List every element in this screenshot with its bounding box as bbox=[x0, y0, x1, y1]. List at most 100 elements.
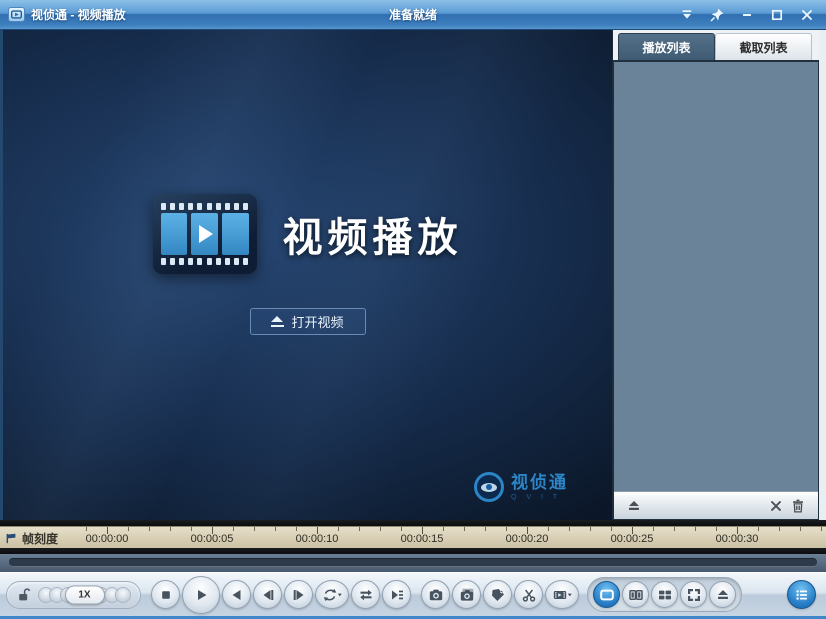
status-text: 准备就绪 bbox=[389, 6, 437, 23]
trash-button[interactable] bbox=[787, 495, 809, 517]
dual-view-button[interactable] bbox=[622, 581, 649, 608]
control-bar: 1X bbox=[0, 572, 826, 619]
pin-button[interactable] bbox=[706, 6, 728, 24]
video-area: 视频播放 打开视频 视侦通 Q V I T bbox=[3, 30, 612, 520]
frame-scale-label: 帧刻度 bbox=[5, 530, 58, 547]
minor-tick bbox=[359, 527, 360, 531]
lock-open-icon[interactable] bbox=[16, 587, 32, 603]
seek-bar-row bbox=[0, 554, 826, 572]
sidebar-panel bbox=[613, 60, 819, 520]
step-back-button[interactable] bbox=[253, 580, 282, 609]
fullscreen-button[interactable] bbox=[680, 581, 707, 608]
timecode-label: 00:00:00 bbox=[86, 533, 129, 545]
close-button[interactable] bbox=[796, 6, 818, 24]
tool-buttons bbox=[421, 580, 579, 609]
minor-tick bbox=[611, 527, 612, 531]
playlist-panel[interactable] bbox=[614, 62, 818, 491]
minor-tick bbox=[254, 527, 255, 531]
app-window: 视侦通 - 视频播放 准备就绪 视频播放 打开视频 视侦通 bbox=[0, 0, 826, 619]
skin-menu-button[interactable] bbox=[676, 6, 698, 24]
minor-tick bbox=[296, 527, 297, 531]
frame-marker-icon bbox=[5, 532, 18, 545]
compare-button[interactable] bbox=[351, 580, 380, 609]
content-row: 视频播放 打开视频 视侦通 Q V I T 播放列表截取列表 bbox=[0, 30, 826, 520]
watermark-name: 视侦通 bbox=[511, 474, 568, 491]
minor-tick bbox=[569, 527, 570, 531]
sidebar: 播放列表截取列表 bbox=[612, 30, 826, 520]
timecode-label: 00:00:10 bbox=[296, 533, 339, 545]
window-controls bbox=[676, 6, 818, 24]
sidebar-tabs: 播放列表截取列表 bbox=[613, 30, 819, 60]
watermark-sub: Q V I T bbox=[511, 494, 568, 501]
minor-tick bbox=[674, 527, 675, 531]
minor-tick bbox=[191, 527, 192, 531]
app-icon bbox=[8, 7, 25, 22]
minor-tick bbox=[338, 527, 339, 531]
clip-button[interactable] bbox=[483, 580, 512, 609]
title-bar: 视侦通 - 视频播放 准备就绪 bbox=[0, 0, 826, 30]
cut-button[interactable] bbox=[514, 580, 543, 609]
minor-tick bbox=[464, 527, 465, 531]
filmstrip-icon bbox=[153, 194, 257, 274]
export-video-menu-button[interactable] bbox=[545, 580, 579, 609]
single-view-button[interactable] bbox=[593, 581, 620, 608]
watermark: 视侦通 Q V I T bbox=[474, 472, 568, 502]
minor-tick bbox=[653, 527, 654, 531]
tab-playlist[interactable]: 播放列表 bbox=[618, 33, 715, 60]
open-video-label: 打开视频 bbox=[291, 312, 343, 331]
window-title: 视侦通 - 视频播放 bbox=[31, 6, 126, 23]
minor-tick bbox=[128, 527, 129, 531]
speed-slider[interactable]: 1X bbox=[38, 585, 131, 605]
minor-tick bbox=[443, 527, 444, 531]
prev-button[interactable] bbox=[222, 580, 251, 609]
eye-logo-icon bbox=[474, 472, 504, 502]
minor-tick bbox=[170, 527, 171, 531]
play-button[interactable] bbox=[182, 576, 220, 614]
eject-button[interactable] bbox=[623, 495, 645, 517]
step-forward-button[interactable] bbox=[284, 580, 313, 609]
timecode-label: 00:00:25 bbox=[611, 533, 654, 545]
minor-tick bbox=[779, 527, 780, 531]
video-headline: 视频播放 bbox=[283, 205, 463, 263]
burst-snapshot-button[interactable] bbox=[452, 580, 481, 609]
minor-tick bbox=[590, 527, 591, 531]
playlist-toolbar bbox=[614, 491, 818, 519]
minor-tick bbox=[821, 527, 822, 531]
loop-menu-button[interactable] bbox=[315, 580, 349, 609]
snapshot-button[interactable] bbox=[421, 580, 450, 609]
eject-icon bbox=[271, 316, 284, 327]
playlist-toggle-slot bbox=[787, 580, 816, 609]
grid-view-button[interactable] bbox=[651, 581, 678, 608]
minor-tick bbox=[275, 527, 276, 531]
timecode-label: 00:00:20 bbox=[506, 533, 549, 545]
speed-control-group: 1X bbox=[6, 581, 141, 609]
timecode-label: 00:00:15 bbox=[401, 533, 444, 545]
speed-thumb[interactable]: 1X bbox=[65, 585, 105, 604]
seek-track[interactable] bbox=[9, 558, 817, 567]
timecode-label: 00:00:30 bbox=[716, 533, 759, 545]
maximize-button[interactable] bbox=[766, 6, 788, 24]
close-button[interactable] bbox=[765, 495, 787, 517]
timecode-label: 00:00:05 bbox=[191, 533, 234, 545]
minor-tick bbox=[380, 527, 381, 531]
minor-tick bbox=[695, 527, 696, 531]
eject-button[interactable] bbox=[709, 581, 736, 608]
open-video-button[interactable]: 打开视频 bbox=[250, 308, 366, 335]
minor-tick bbox=[149, 527, 150, 531]
tab-capture-list[interactable]: 截取列表 bbox=[715, 33, 812, 60]
minimize-button[interactable] bbox=[736, 6, 758, 24]
stop-button[interactable] bbox=[151, 580, 180, 609]
minor-tick bbox=[401, 527, 402, 531]
minor-tick bbox=[485, 527, 486, 531]
view-mode-group bbox=[587, 577, 742, 612]
playlist-button[interactable] bbox=[787, 580, 816, 609]
minor-tick bbox=[800, 527, 801, 531]
minor-tick bbox=[86, 527, 87, 531]
minor-tick bbox=[548, 527, 549, 531]
transport-buttons bbox=[151, 576, 411, 614]
timeline-ruler[interactable]: 帧刻度 00:00:00 00:00:05 00:00:10 00:00:15 00:0… bbox=[0, 526, 826, 548]
minor-tick bbox=[716, 527, 717, 531]
minor-tick bbox=[233, 527, 234, 531]
minor-tick bbox=[758, 527, 759, 531]
play-sequence-button[interactable] bbox=[382, 580, 411, 609]
